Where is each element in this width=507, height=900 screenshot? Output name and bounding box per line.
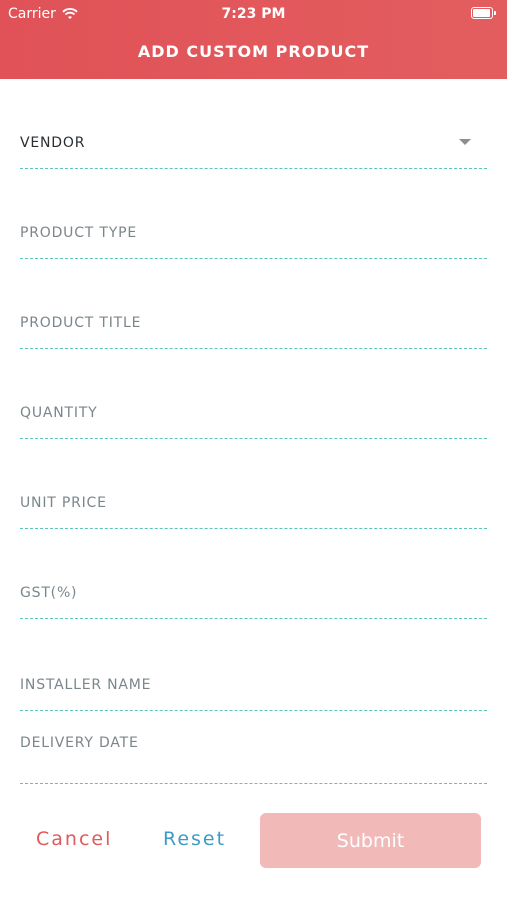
gst-field[interactable]: GST(%) <box>20 579 487 619</box>
product-title-label: PRODUCT TITLE <box>20 315 142 331</box>
chevron-down-icon[interactable] <box>459 139 471 145</box>
status-time: 7:23 PM <box>221 6 286 22</box>
quantity-field[interactable]: QUANTITY <box>20 399 487 439</box>
unit-price-field[interactable]: UNIT PRICE <box>20 489 487 529</box>
installer-name-field[interactable]: INSTALLER NAME <box>20 671 487 711</box>
submit-button[interactable]: Submit <box>260 813 481 868</box>
page-title: ADD CUSTOM PRODUCT <box>137 42 370 61</box>
delivery-date-label: DELIVERY DATE <box>20 735 139 751</box>
delivery-date-field[interactable]: DELIVERY DATE <box>20 735 487 784</box>
app-header: Carrier 7:23 PM ADD CUSTOM PRODUCT <box>0 0 507 79</box>
unit-price-label: UNIT PRICE <box>20 495 107 511</box>
gst-label: GST(%) <box>20 585 78 601</box>
vendor-label: VENDOR <box>20 135 86 151</box>
cancel-button[interactable]: Cancel <box>36 828 112 850</box>
reset-button[interactable]: Reset <box>163 828 226 850</box>
product-title-field[interactable]: PRODUCT TITLE <box>20 309 487 349</box>
vendor-dropdown[interactable]: VENDOR <box>20 129 487 169</box>
product-type-field[interactable]: PRODUCT TYPE <box>20 219 487 259</box>
installer-name-label: INSTALLER NAME <box>20 677 152 693</box>
battery-icon <box>471 7 497 19</box>
product-type-label: PRODUCT TYPE <box>20 225 137 241</box>
quantity-label: QUANTITY <box>20 405 98 421</box>
status-bar: Carrier 7:23 PM <box>0 0 507 28</box>
